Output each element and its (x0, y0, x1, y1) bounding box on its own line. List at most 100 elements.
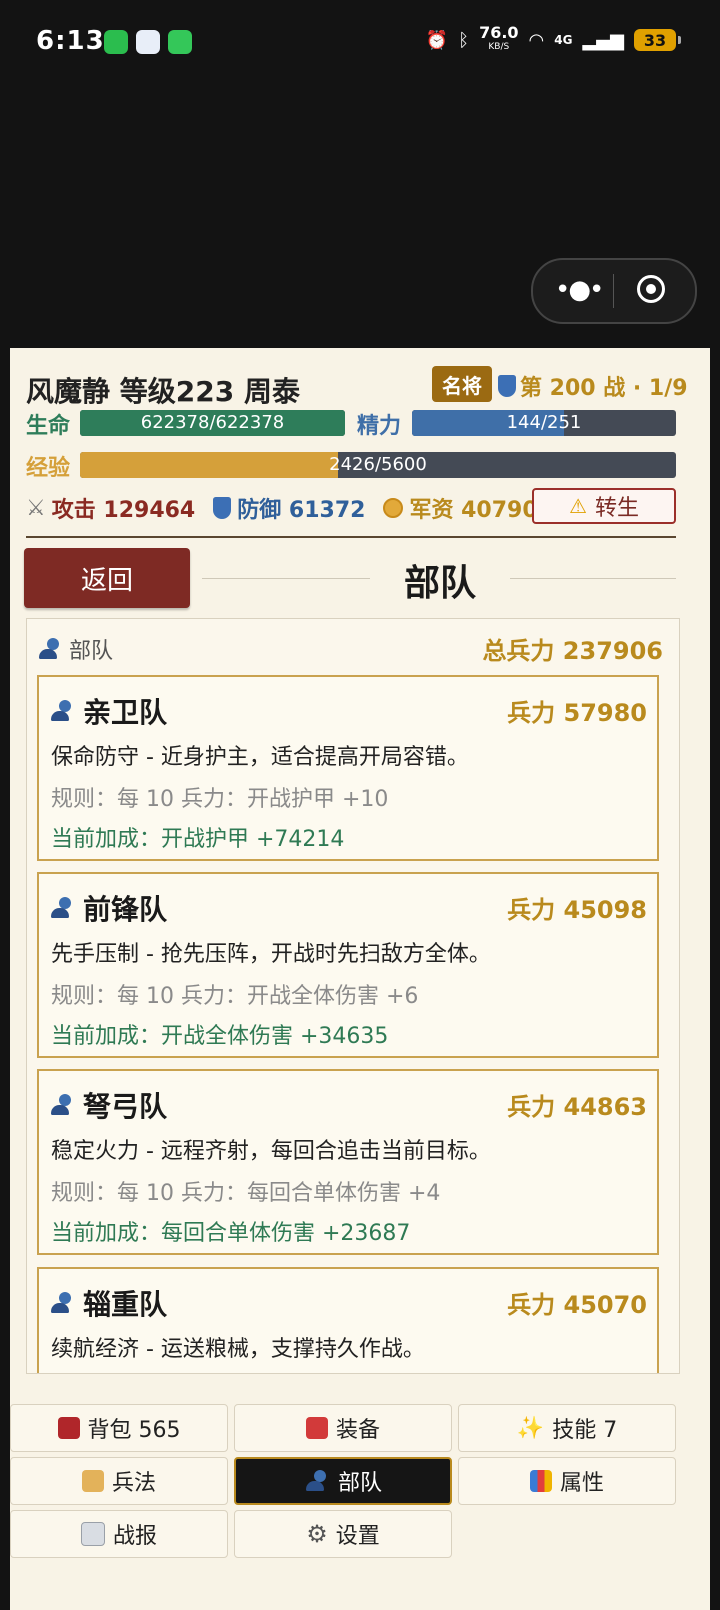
nav-equip-button[interactable]: 装备 (234, 1404, 452, 1452)
browser-icon (136, 30, 160, 54)
troops-icon (49, 699, 75, 723)
nav-attrs-button[interactable]: 属性 (458, 1457, 676, 1505)
exp-text: 2426/5600 (329, 454, 427, 475)
shield-icon (498, 375, 516, 397)
panel-header: 部队 (37, 633, 113, 665)
troop-bonus: 当前加成：开战全体伤害 +34635 (51, 1024, 389, 1049)
rebirth-label: 转生 (594, 496, 639, 521)
nav-bag-label: 背包 565 (87, 1418, 181, 1443)
signal-icon: ▂▄▆ (582, 29, 624, 51)
coin-icon (383, 498, 404, 518)
troop-name-text: 前锋队 (83, 893, 168, 926)
status-time: 6:13 (36, 26, 105, 56)
troop-card[interactable]: 弩弓队 兵力 44863 稳定火力 - 远程齐射，每回合追击当前目标。 规则：每… (37, 1069, 659, 1255)
troop-desc: 先手压制 - 抢先压阵，开战时先扫敌方全体。 (51, 942, 491, 967)
troop-card[interactable]: 亲卫队 兵力 57980 保命防守 - 近身护主，适合提高开局容错。 规则：每 … (37, 675, 659, 861)
mini-program-capsule: •●• (531, 258, 697, 324)
panel-label: 部队 (69, 639, 114, 664)
troop-name: 弩弓队 (49, 1085, 167, 1125)
close-program-icon[interactable] (637, 275, 665, 303)
troop-name-text: 弩弓队 (83, 1090, 168, 1123)
nav-report-button[interactable]: 战报 (10, 1510, 228, 1558)
energy-label: 精力 (357, 414, 402, 439)
nav-settings-button[interactable]: ⚙ 设置 (234, 1510, 452, 1558)
defense-stat: 防御 61372 (213, 492, 365, 524)
troop-name: 前锋队 (49, 888, 167, 928)
troop-bonus: 当前加成：开战护甲 +74214 (51, 827, 345, 852)
troop-desc: 保命防守 - 近身护主，适合提高开局容错。 (51, 745, 469, 770)
troop-desc: 稳定火力 - 远程齐射，每回合追击当前目标。 (51, 1139, 491, 1164)
rank-badge: 名将 (432, 366, 492, 402)
troop-card[interactable]: 辎重队 兵力 45070 续航经济 - 运送粮械，支撑持久作战。 (37, 1267, 659, 1373)
troop-name: 亲卫队 (49, 691, 167, 731)
phone-icon (168, 30, 192, 54)
nav-troops-label: 部队 (337, 1471, 382, 1496)
attack-stat: ⚔ 攻击 129464 (26, 492, 195, 524)
troops-panel[interactable]: 部队 总兵力 237906 亲卫队 兵力 57980 保命防守 - 近身护主，适… (26, 618, 680, 1374)
toolbox-icon (305, 1417, 328, 1439)
wechat-icon (104, 30, 128, 54)
troops-icon (49, 896, 75, 920)
troop-count: 兵力 45098 (507, 896, 647, 924)
total-troops: 总兵力 237906 (482, 637, 663, 665)
troops-icon (49, 1291, 75, 1315)
title-line-right (510, 578, 676, 579)
stats-row: ⚔ 攻击 129464 防御 61372 军资 40790 (26, 492, 556, 524)
exp-bar: 2426/5600 (80, 452, 676, 478)
gear-icon: ⚙ (306, 1520, 328, 1548)
nav-skills-button[interactable]: ✨ 技能 7 (458, 1404, 676, 1452)
energy-text: 144/251 (506, 412, 582, 433)
nav-tactics-label: 兵法 (111, 1471, 156, 1496)
hp-label: 生命 (26, 414, 71, 439)
nav-attrs-label: 属性 (559, 1471, 604, 1496)
rebirth-button[interactable]: ⚠ 转生 (532, 488, 676, 524)
nav-settings-label: 设置 (335, 1524, 380, 1549)
status-icons: ⏰ ᛒ 76.0 KB/S ◠ 4G ▂▄▆ 33 (425, 23, 681, 54)
troop-rule: 规则：每 10 兵力：每回合单体伤害 +4 (51, 1181, 441, 1206)
troop-count: 兵力 57980 (507, 699, 647, 727)
funds-stat: 军资 40790 (383, 492, 538, 524)
status-bar: 6:13 ⏰ ᛒ 76.0 KB/S ◠ 4G ▂▄▆ 33 (0, 0, 720, 86)
funds-text: 军资 40790 (409, 498, 538, 523)
capsule-divider (613, 274, 614, 308)
scroll-icon (81, 1470, 104, 1492)
character-title: 风魔静 等级223 周泰 (26, 375, 300, 408)
swords-icon: ⚔ (26, 495, 46, 521)
bottom-nav: 背包 565 装备 ✨ 技能 7 兵法 部队 属性 战报 ⚙ 设置 (10, 1398, 710, 1610)
troop-rule: 规则：每 10 兵力：开战护甲 +10 (51, 787, 389, 812)
game-screen: 风魔静 等级223 周泰 名将 第 200 战 · 1/9 生命 622378/… (10, 348, 710, 1610)
nav-tactics-button[interactable]: 兵法 (10, 1457, 228, 1505)
shield-icon (213, 497, 232, 519)
attack-text: 攻击 129464 (51, 498, 196, 523)
page-title: 部队 (403, 563, 476, 604)
troop-card[interactable]: 前锋队 兵力 45098 先手压制 - 抢先压阵，开战时先扫敌方全体。 规则：每… (37, 872, 659, 1058)
troop-name: 辎重队 (49, 1283, 167, 1323)
exp-label: 经验 (26, 456, 71, 481)
hp-bar: 622378/622378 (80, 410, 345, 436)
nav-troops-button[interactable]: 部队 (234, 1457, 452, 1505)
network-type: 4G (554, 33, 573, 47)
nav-bag-button[interactable]: 背包 565 (10, 1404, 228, 1452)
alarm-icon: ⏰ (425, 29, 449, 51)
battery-indicator: 33 (634, 29, 681, 51)
troops-icon (37, 637, 63, 661)
troops-icon (304, 1469, 330, 1493)
header-divider (26, 536, 676, 538)
energy-bar: 144/251 (412, 410, 676, 436)
network-speed: 76.0 KB/S (479, 23, 519, 53)
report-icon (80, 1522, 105, 1546)
nav-equip-label: 装备 (335, 1418, 380, 1443)
wifi-icon: ◠ (528, 29, 545, 51)
troop-desc: 续航经济 - 运送粮械，支撑持久作战。 (51, 1337, 425, 1362)
bluetooth-icon: ᛒ (458, 29, 470, 51)
battle-text: 第 200 战 · 1/9 (520, 376, 688, 401)
bar-chart-icon (529, 1470, 552, 1492)
troop-count: 兵力 44863 (507, 1093, 647, 1121)
troop-name-text: 辎重队 (83, 1288, 168, 1321)
troop-rule: 规则：每 10 兵力：开战全体伤害 +6 (51, 984, 419, 1009)
defense-text: 防御 61372 (237, 498, 366, 523)
warning-icon: ⚠ (569, 494, 587, 518)
troop-name-text: 亲卫队 (83, 696, 168, 729)
more-menu-icon[interactable]: •●• (555, 277, 604, 303)
back-button[interactable]: 返回 (24, 548, 190, 608)
